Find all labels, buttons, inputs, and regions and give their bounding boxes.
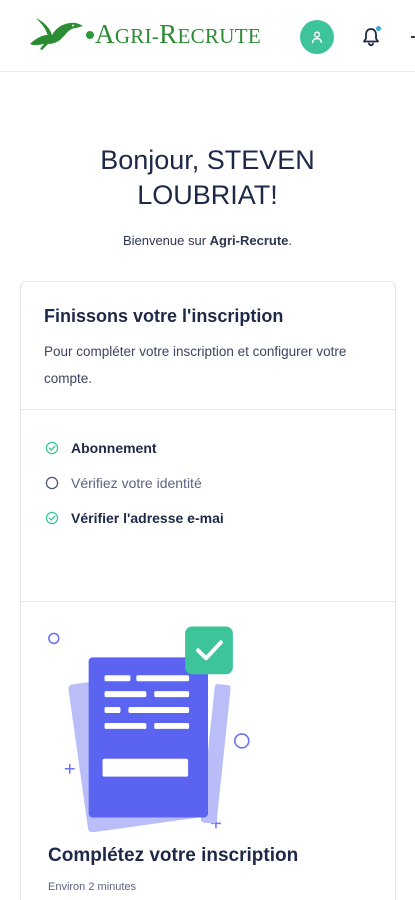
card-header: Finissons votre l'inscription Pour compl…	[21, 282, 395, 410]
logo-dot	[86, 31, 94, 39]
greeting-line-2: LOUBRIAT!	[137, 180, 278, 210]
user-icon	[311, 31, 323, 44]
notification-badge	[375, 25, 382, 32]
check-circle-icon	[45, 511, 59, 525]
overflow-indicator	[411, 36, 415, 38]
empty-circle-icon	[45, 476, 59, 490]
greeting-line-1: Bonjour, STEVEN	[100, 145, 315, 175]
agri-recrute-logo[interactable]: AGRI-RECRUTE	[28, 14, 261, 54]
estimated-duration: Environ 2 minutes	[48, 881, 137, 893]
page-greeting: Bonjour, STEVEN LOUBRIAT!	[0, 143, 415, 213]
registration-steps: Abonnement Vérifiez votre identité Vérif…	[21, 410, 395, 602]
app-header: AGRI-RECRUTE	[0, 0, 415, 72]
card-title: Finissons votre l'inscription	[44, 306, 284, 326]
step-subscription[interactable]: Abonnement	[45, 440, 157, 456]
step-label: Vérifier l'adresse e-mai	[71, 510, 224, 526]
step-verify-email[interactable]: Vérifier l'adresse e-mai	[45, 510, 224, 526]
step-label: Abonnement	[71, 440, 157, 456]
registration-card: Finissons votre l'inscription Pour compl…	[20, 281, 396, 900]
step-label: Vérifiez votre identité	[71, 475, 202, 491]
document-checked-illustration	[48, 626, 250, 832]
welcome-message: Bienvenue sur Agri-Recrute.	[122, 233, 293, 248]
card-subtitle: Pour compléter votre inscription et conf…	[44, 344, 347, 386]
profile-button[interactable]	[300, 20, 334, 54]
brand-name: Agri-Recrute	[209, 233, 289, 248]
complete-registration-title[interactable]: Complétez votre inscription	[48, 845, 298, 867]
check-circle-icon	[45, 441, 59, 455]
logo-text: AGRI-RECRUTE	[95, 18, 261, 49]
notifications-button[interactable]	[356, 22, 386, 52]
stork-logo-icon	[30, 18, 83, 50]
step-verify-identity[interactable]: Vérifiez votre identité	[45, 475, 202, 491]
